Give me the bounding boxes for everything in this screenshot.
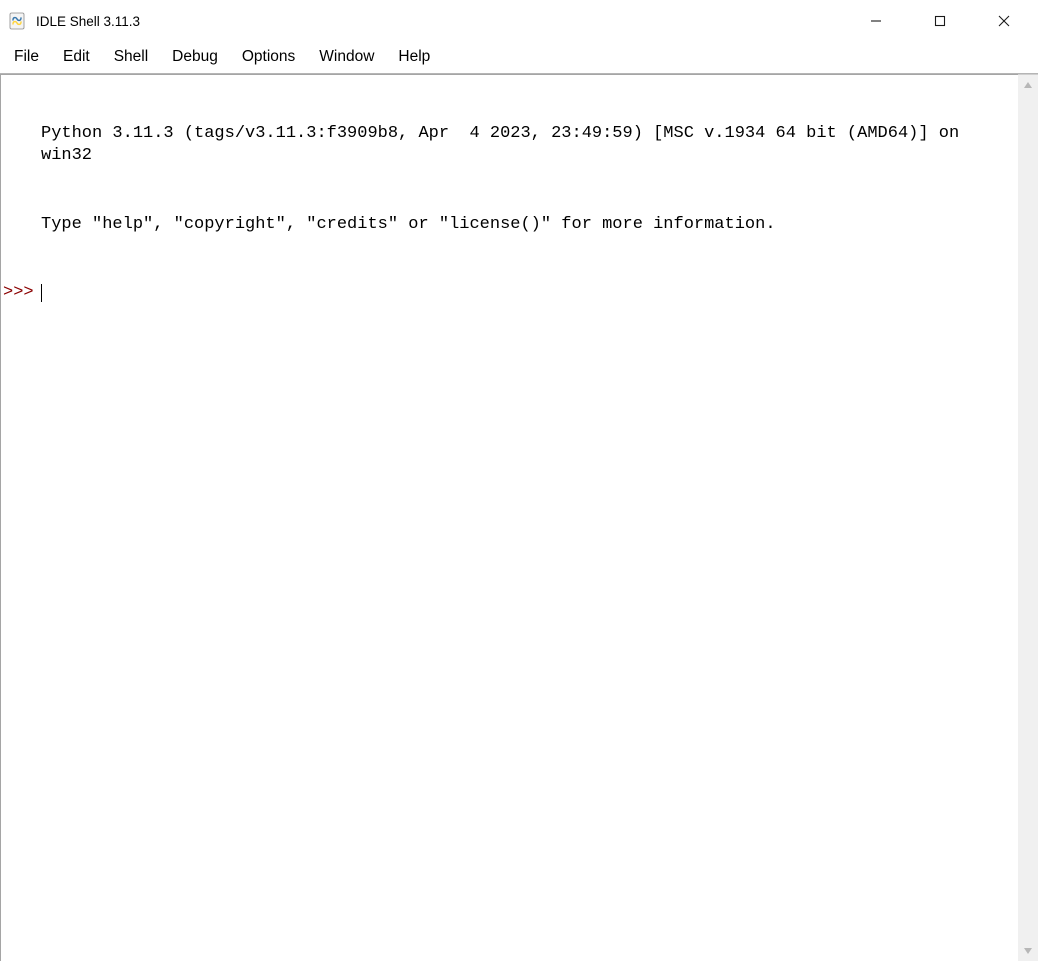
idle-app-icon — [8, 12, 26, 30]
close-button[interactable] — [972, 0, 1036, 42]
gutter-blank — [3, 214, 41, 237]
python-banner-line1: Python 3.11.3 (tags/v3.11.3:f3909b8, Apr… — [41, 123, 1018, 169]
scroll-down-arrow-icon[interactable] — [1018, 941, 1038, 961]
menu-options[interactable]: Options — [230, 44, 307, 70]
shell-prompt: >>> — [3, 282, 41, 305]
shell-area: Python 3.11.3 (tags/v3.11.3:f3909b8, Apr… — [0, 73, 1038, 961]
text-cursor — [41, 284, 42, 302]
menubar: File Edit Shell Debug Options Window Hel… — [0, 42, 1038, 73]
shell-text[interactable]: Python 3.11.3 (tags/v3.11.3:f3909b8, Apr… — [0, 74, 1018, 961]
menu-edit[interactable]: Edit — [51, 44, 102, 70]
maximize-icon — [934, 15, 946, 27]
menu-debug[interactable]: Debug — [160, 44, 230, 70]
menu-shell[interactable]: Shell — [102, 44, 160, 70]
menu-help[interactable]: Help — [386, 44, 442, 70]
scroll-up-arrow-icon[interactable] — [1018, 75, 1038, 95]
menu-window[interactable]: Window — [307, 44, 386, 70]
shell-input-line[interactable] — [41, 282, 1018, 305]
window-title: IDLE Shell 3.11.3 — [36, 14, 844, 29]
window-controls — [844, 0, 1036, 42]
minimize-button[interactable] — [844, 0, 908, 42]
close-icon — [998, 15, 1010, 27]
vertical-scrollbar[interactable] — [1018, 74, 1038, 961]
python-banner-line2: Type "help", "copyright", "credits" or "… — [41, 214, 1018, 237]
gutter-blank — [3, 123, 41, 169]
titlebar: IDLE Shell 3.11.3 — [0, 0, 1038, 42]
minimize-icon — [870, 15, 882, 27]
scroll-track[interactable] — [1018, 95, 1038, 941]
maximize-button[interactable] — [908, 0, 972, 42]
menu-file[interactable]: File — [2, 44, 51, 70]
